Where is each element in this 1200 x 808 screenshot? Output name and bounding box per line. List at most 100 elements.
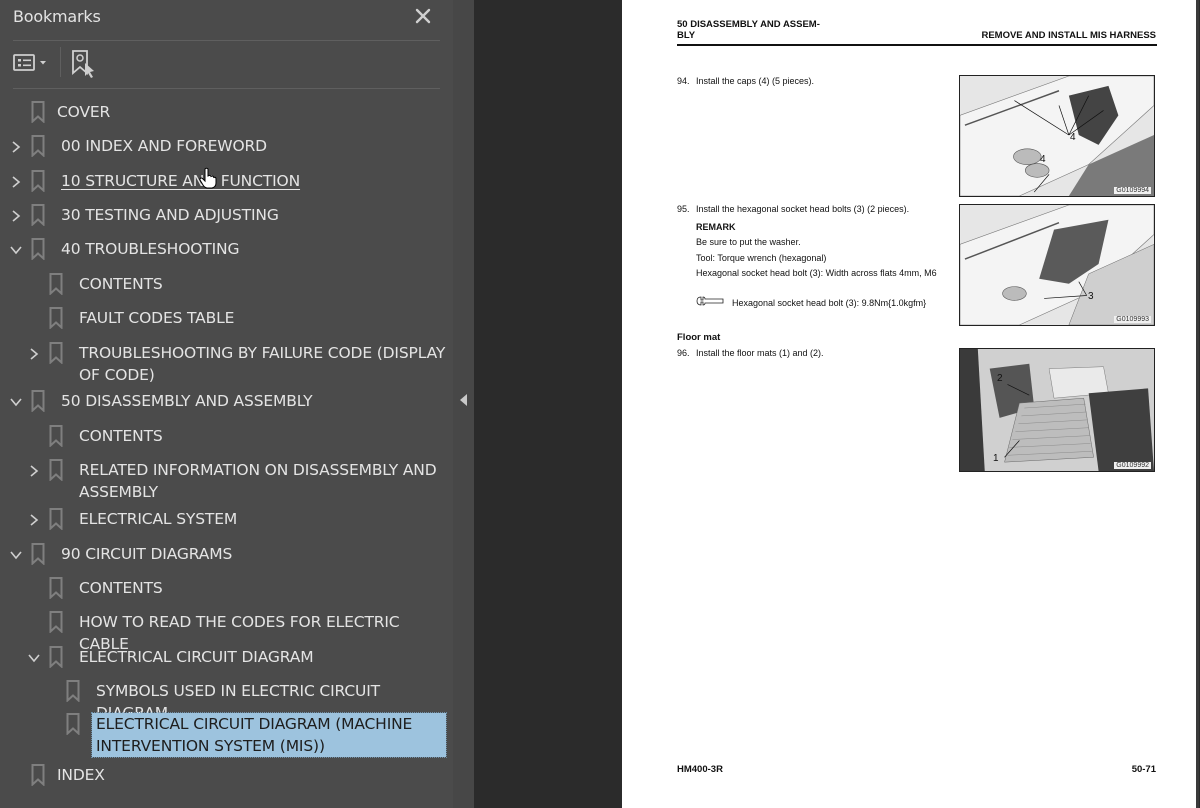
illustration xyxy=(960,76,1154,196)
step-text: Install the caps (4) (5 pieces). xyxy=(696,76,815,86)
bookmark-icon xyxy=(49,307,63,330)
bookmarks-panel: Bookmarks COVER 00 INDEX AND FOREWORD 10… xyxy=(0,0,453,808)
bookmark-item[interactable]: 90 CIRCUIT DIAGRAMS xyxy=(0,542,453,566)
bookmark-label: CONTENTS xyxy=(79,275,163,293)
figure-callout: 4 xyxy=(1070,132,1076,143)
bookmark-item[interactable]: HOW TO READ THE CODES FOR ELECTRIC CABLE xyxy=(0,610,453,653)
bookmark-label: 00 INDEX AND FOREWORD xyxy=(61,137,267,155)
chevron-right-icon[interactable] xyxy=(27,346,41,360)
bookmark-icon xyxy=(31,101,45,124)
collapse-arrow-icon[interactable] xyxy=(460,394,467,406)
bookmark-label: 40 TROUBLESHOOTING xyxy=(61,240,240,258)
page-edge xyxy=(1196,0,1199,808)
bookmark-item[interactable]: COVER xyxy=(0,100,453,124)
illustration xyxy=(960,205,1154,325)
bookmark-item[interactable]: ELECTRICAL CIRCUIT DIAGRAM (MACHINE INTE… xyxy=(0,712,453,758)
bookmark-icon xyxy=(66,680,80,703)
step-95: 95. Install the hexagonal socket head bol… xyxy=(677,203,957,215)
figure-id: G0109993 xyxy=(1114,316,1151,323)
step-number: 94. xyxy=(677,76,690,86)
chevron-right-icon[interactable] xyxy=(9,208,23,222)
chevron-down-icon[interactable] xyxy=(27,650,41,664)
chevron-right-icon[interactable] xyxy=(9,174,23,188)
step-number: 95. xyxy=(677,204,690,214)
figure-callout: 3 xyxy=(1088,291,1094,302)
remark-line: Tool: Torque wrench (hexagonal) xyxy=(696,253,827,263)
bookmark-icon xyxy=(66,713,80,736)
torque-spec: Hexagonal socket head bolt (3): 9.8Nm{1.… xyxy=(732,298,927,308)
remark-line: Hexagonal socket head bolt (3): Width ac… xyxy=(696,268,937,278)
bookmark-icon xyxy=(49,425,63,448)
figure-callout: 1 xyxy=(993,453,999,464)
bookmark-label: CONTENTS xyxy=(79,579,163,597)
figure-id: G0109994 xyxy=(1114,187,1151,194)
chevron-down-icon[interactable] xyxy=(9,394,23,408)
bookmark-item[interactable]: INDEX xyxy=(0,763,453,787)
step-text: Install the hexagonal socket head bolts … xyxy=(696,204,910,214)
section-title: Floor mat xyxy=(677,332,721,343)
illustration xyxy=(960,349,1154,471)
bookmark-label: ELECTRICAL CIRCUIT DIAGRAM (MACHINE INTE… xyxy=(91,712,447,758)
step-text: Install the floor mats (1) and (2). xyxy=(696,348,824,358)
bookmark-label: INDEX xyxy=(57,766,105,784)
bookmark-options-button[interactable] xyxy=(12,51,52,75)
page-footer-model: HM400-3R xyxy=(677,764,723,775)
bookmark-item[interactable]: 40 TROUBLESHOOTING xyxy=(0,237,453,261)
figure-callout: 4 xyxy=(1040,154,1046,165)
chevron-down-icon[interactable] xyxy=(9,242,23,256)
page-header-section: 50 DISASSEMBLY AND ASSEM- BLY xyxy=(677,19,820,41)
bookmark-item[interactable]: RELATED INFORMATION ON DISASSEMBLY AND A… xyxy=(0,458,453,501)
step-94: 94. Install the caps (4) (5 pieces). xyxy=(677,75,957,87)
figure-caps: 4 4 G0109994 xyxy=(959,75,1155,197)
pdf-page: 50 DISASSEMBLY AND ASSEM- BLY REMOVE AND… xyxy=(622,0,1196,808)
bookmark-label: 30 TESTING AND ADJUSTING xyxy=(61,206,279,224)
bookmark-item[interactable]: FAULT CODES TABLE xyxy=(0,306,453,330)
bookmark-label: TROUBLESHOOTING BY FAILURE CODE (DISPLAY… xyxy=(79,344,446,384)
bookmark-icon xyxy=(31,204,45,227)
bookmark-item[interactable]: 00 INDEX AND FOREWORD xyxy=(0,134,453,158)
figure-callout: 2 xyxy=(997,373,1003,384)
bookmark-icon xyxy=(31,764,45,787)
bookmark-item[interactable]: 50 DISASSEMBLY AND ASSEMBLY xyxy=(0,389,453,413)
bookmark-item[interactable]: 10 STRUCTURE AND FUNCTION xyxy=(0,169,453,193)
figure-bolts: 3 G0109993 xyxy=(959,204,1155,326)
figure-id: G0109992 xyxy=(1114,462,1151,469)
bookmark-icon xyxy=(49,459,63,482)
bookmark-item[interactable]: 30 TESTING AND ADJUSTING xyxy=(0,203,453,227)
bookmark-icon xyxy=(31,543,45,566)
bookmark-icon xyxy=(31,135,45,158)
chevron-right-icon[interactable] xyxy=(9,139,23,153)
bookmark-icon xyxy=(49,611,63,634)
bookmark-item[interactable]: ELECTRICAL CIRCUIT DIAGRAM xyxy=(0,645,453,669)
bookmark-label: 50 DISASSEMBLY AND ASSEMBLY xyxy=(61,392,313,410)
bookmark-item[interactable]: CONTENTS xyxy=(0,576,453,600)
panel-collapse-splitter[interactable] xyxy=(453,0,474,808)
close-icon[interactable] xyxy=(412,5,434,27)
bookmark-label: CONTENTS xyxy=(79,427,163,445)
remark-line: Be sure to put the washer. xyxy=(696,237,801,247)
bookmark-item[interactable]: SYMBOLS USED IN ELECTRIC CIRCUIT DIAGRAM xyxy=(0,679,453,722)
chevron-down-icon[interactable] xyxy=(9,547,23,561)
chevron-right-icon[interactable] xyxy=(27,463,41,477)
bookmark-icon xyxy=(31,170,45,193)
chevron-right-icon[interactable] xyxy=(27,512,41,526)
bookmark-item[interactable]: CONTENTS xyxy=(0,272,453,296)
bookmark-item[interactable]: CONTENTS xyxy=(0,424,453,448)
figure-floor-mats: 2 1 G0109992 xyxy=(959,348,1155,472)
bookmark-item[interactable]: ELECTRICAL SYSTEM xyxy=(0,507,453,531)
torque-wrench-icon xyxy=(696,296,724,306)
bookmark-label: FAULT CODES TABLE xyxy=(79,309,235,327)
bookmark-icon xyxy=(49,646,63,669)
bookmark-label: COVER xyxy=(57,103,111,121)
toolbar-separator xyxy=(60,47,61,77)
bookmark-item[interactable]: TROUBLESHOOTING BY FAILURE CODE (DISPLAY… xyxy=(0,341,453,384)
step-number: 96. xyxy=(677,348,690,358)
find-current-bookmark-button[interactable] xyxy=(70,49,98,79)
bookmarks-toolbar xyxy=(0,41,453,87)
bookmark-label: ELECTRICAL CIRCUIT DIAGRAM xyxy=(79,648,314,666)
bookmark-icon xyxy=(49,342,63,365)
list-options-icon xyxy=(13,54,46,71)
bookmark-label: 10 STRUCTURE AND FUNCTION xyxy=(61,172,301,190)
bookmark-icon xyxy=(49,273,63,296)
step-96: 96. Install the floor mats (1) and (2). xyxy=(677,347,957,359)
